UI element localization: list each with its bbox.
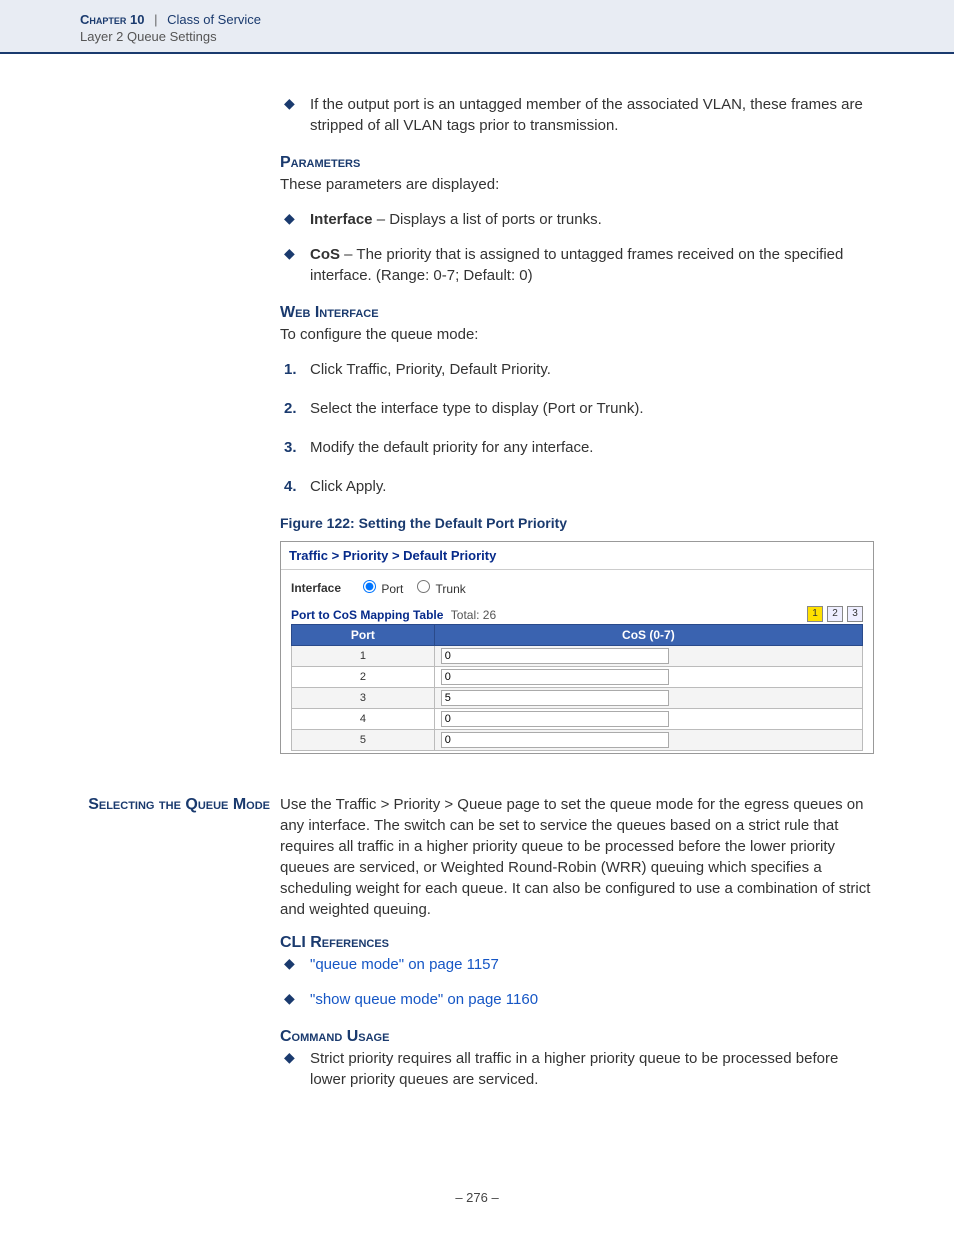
section2-para: Use the Traffic > Priority > Queue page … [280,794,874,920]
col-cos: CoS (0-7) [434,625,862,646]
pager-2[interactable]: 2 [827,606,843,622]
table-row: 1 [292,646,863,667]
table-row: 4 [292,709,863,730]
step-1: Click Traffic, Priority, Default Priorit… [280,359,874,380]
cos-input-3[interactable] [441,690,669,706]
table-row: 5 [292,730,863,751]
cmd-heading: Command Usage [280,1028,874,1046]
param-interface-desc: – Displays a list of ports or trunks. [373,211,602,228]
table-total: Total: 26 [451,608,496,622]
cos-input-1[interactable] [441,648,669,664]
param-interface: Interface – Displays a list of ports or … [280,209,874,230]
figure-caption: Figure 122: Setting the Default Port Pri… [280,515,874,531]
cos-input-4[interactable] [441,711,669,727]
pager: 1 2 3 [807,606,863,622]
chapter-title: Class of Service [167,12,261,27]
section-side-label: Selecting the Queue Mode [80,794,270,1108]
radio-port-label[interactable]: Port [357,580,403,596]
col-port: Port [292,625,435,646]
header-pipe: | [154,12,157,27]
step-3: Modify the default priority for any inte… [280,437,874,458]
page-number: – 276 – [0,1190,954,1205]
cos-input-5[interactable] [441,732,669,748]
intro-bullet: If the output port is an untagged member… [280,94,874,136]
webif-heading: Web Interface [280,304,874,322]
parameters-heading: Parameters [280,154,874,172]
param-cos-name: CoS [310,246,340,263]
header-subtitle: Layer 2 Queue Settings [80,29,954,44]
webif-intro: To configure the queue mode: [280,324,874,345]
interface-selector: Interface Port Trunk [291,580,863,596]
radio-port[interactable] [363,580,376,593]
cos-input-2[interactable] [441,669,669,685]
table-title: Port to CoS Mapping Table Total: 26 [291,608,496,622]
table-row: 3 [292,688,863,709]
cli-ref-2: "show queue mode" on page 1160 [280,989,874,1010]
step-2: Select the interface type to display (Po… [280,398,874,419]
cli-link-2[interactable]: "show queue mode" on page 1160 [310,991,538,1008]
embedded-screenshot: Traffic > Priority > Default Priority In… [280,541,874,754]
pager-1[interactable]: 1 [807,606,823,622]
cli-heading: CLI References [280,934,874,952]
page-header: Chapter 10 | Class of Service Layer 2 Qu… [0,0,954,54]
cli-ref-1: "queue mode" on page 1157 [280,954,874,975]
cmd-bullet-1: Strict priority requires all traffic in … [280,1048,874,1090]
chapter-label: Chapter 10 [80,12,144,27]
parameters-intro: These parameters are displayed: [280,174,874,195]
param-interface-name: Interface [310,211,373,228]
radio-trunk-label[interactable]: Trunk [411,580,465,596]
pager-3[interactable]: 3 [847,606,863,622]
screenshot-breadcrumb: Traffic > Priority > Default Priority [281,542,873,570]
interface-label: Interface [291,581,341,595]
cos-table: Port CoS (0-7) 1 2 [291,624,863,751]
table-row: 2 [292,667,863,688]
cli-link-1[interactable]: "queue mode" on page 1157 [310,956,499,973]
param-cos-desc: – The priority that is assigned to untag… [310,246,843,284]
radio-trunk[interactable] [417,580,430,593]
step-4: Click Apply. [280,476,874,497]
param-cos: CoS – The priority that is assigned to u… [280,244,874,286]
